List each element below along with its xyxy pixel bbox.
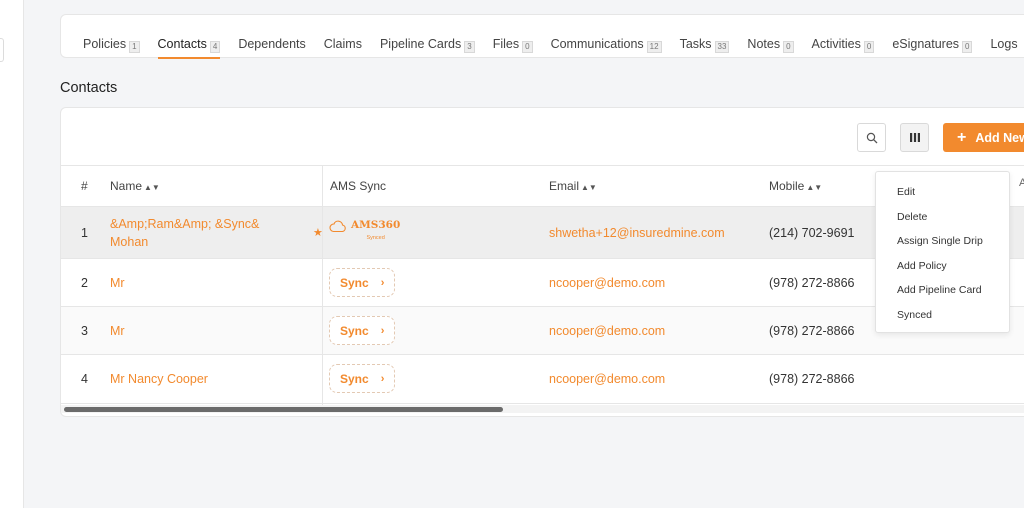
col-mobile[interactable]: Mobile ▲▼: [769, 166, 822, 206]
menu-item-edit[interactable]: Edit: [876, 180, 1009, 205]
columns-button[interactable]: [900, 123, 929, 152]
tab-count: 33: [714, 41, 730, 53]
tab-label: Claims: [323, 37, 362, 51]
tab-count: 0: [863, 41, 875, 53]
tab-files[interactable]: Files 0: [493, 15, 533, 59]
tab-count: 0: [962, 41, 973, 53]
col-ams-sync: AMS Sync: [330, 179, 387, 193]
tab-count: 12: [646, 41, 662, 53]
column-divider: [322, 165, 323, 405]
col-number: #: [81, 179, 88, 193]
horizontal-scrollbar[interactable]: [61, 405, 1024, 413]
tab-label: Activities: [811, 37, 861, 51]
tab-label: Communications: [550, 37, 644, 51]
sync-button[interactable]: Sync ›: [329, 268, 395, 297]
contact-name-link[interactable]: Mr Nancy Cooper: [110, 355, 208, 403]
sort-icon[interactable]: ▲▼: [144, 183, 160, 192]
email-link[interactable]: ncooper@demo.com: [549, 355, 665, 403]
tab-count: 0: [783, 41, 794, 53]
tab-pipeline-cards[interactable]: Pipeline Cards 3: [380, 15, 475, 59]
chevron-right-icon: ›: [380, 324, 385, 337]
tabs-bar: Policies 1 Contacts 4 Dependents Claims Pi…: [60, 14, 1024, 59]
col-email-label: Email: [549, 179, 580, 193]
col-email[interactable]: Email ▲▼: [549, 166, 597, 206]
menu-item-add-pipeline-card[interactable]: Add Pipeline Card: [876, 278, 1009, 303]
tab-label: Dependents: [238, 37, 306, 51]
email-link[interactable]: shwetha+12@insuredmine.com: [549, 207, 725, 258]
tab-label: Logs: [990, 37, 1018, 51]
sidebar-toggle[interactable]: [0, 38, 4, 62]
tab-policies[interactable]: Policies 1: [83, 15, 140, 59]
email-link[interactable]: ncooper@demo.com: [549, 259, 665, 306]
tab-count: 1: [129, 41, 140, 53]
tab-contacts[interactable]: Contacts 4: [157, 15, 221, 59]
menu-item-assign-single-drip[interactable]: Assign Single Drip: [876, 229, 1009, 254]
email-link[interactable]: ncooper@demo.com: [549, 307, 665, 354]
tab-label: eSignatures: [892, 37, 960, 51]
chevron-right-icon: ›: [380, 276, 385, 289]
row-number: 4: [81, 372, 88, 386]
sync-button[interactable]: Sync ›: [329, 364, 395, 393]
row-number: 3: [81, 323, 88, 338]
menu-item-synced[interactable]: Synced: [876, 303, 1009, 328]
tab-count: 4: [209, 41, 221, 53]
tab-logs[interactable]: Logs: [990, 15, 1017, 59]
tab-label: Tasks: [679, 37, 712, 51]
scrollbar-thumb[interactable]: [64, 407, 503, 412]
table-row[interactable]: 4 Mr Nancy Cooper Sync › ncooper@demo.com…: [61, 355, 1024, 404]
tab-communications[interactable]: Communications 12: [551, 15, 662, 59]
row-number: 2: [81, 275, 88, 290]
col-name[interactable]: Name ▲▼: [110, 166, 160, 206]
sort-icon[interactable]: ▲▼: [581, 183, 597, 192]
section-title: Contacts: [60, 80, 118, 96]
add-new-button[interactable]: + Add New: [943, 123, 1024, 152]
ams-logo-sub: Synced: [366, 235, 385, 241]
col-name-label: Name: [110, 179, 143, 193]
row-number: 1: [81, 225, 88, 240]
tab-activities[interactable]: Activities 0: [812, 15, 875, 59]
contact-name-link[interactable]: Mr: [110, 307, 125, 354]
col-clipped-header: A: [1019, 177, 1024, 189]
menu-item-add-policy[interactable]: Add Policy: [876, 254, 1009, 279]
contact-name-link[interactable]: Mr: [110, 259, 125, 306]
tab-label: Files: [492, 37, 520, 51]
contact-name-link[interactable]: &Amp;Ram&Amp; &Sync& Mohan: [110, 207, 259, 258]
columns-icon: [909, 133, 920, 142]
sync-label: Sync: [340, 323, 369, 338]
col-mobile-label: Mobile: [769, 179, 805, 193]
menu-item-delete[interactable]: Delete: [876, 205, 1009, 230]
left-rail: [0, 0, 24, 508]
search-icon: [866, 132, 877, 143]
mobile-number: (978) 272-8866: [769, 372, 855, 386]
sync-label: Sync: [340, 371, 369, 386]
tab-claims[interactable]: Claims: [324, 15, 362, 59]
row-context-menu: Edit Delete Assign Single Drip Add Polic…: [875, 171, 1010, 333]
search-button[interactable]: [857, 123, 886, 152]
sync-button[interactable]: Sync ›: [329, 316, 395, 345]
sort-icon[interactable]: ▲▼: [806, 183, 822, 192]
chevron-right-icon: ›: [380, 372, 385, 385]
tab-label: Policies: [83, 37, 127, 51]
mobile-number: (214) 702-9691: [769, 225, 855, 240]
tab-label: Notes: [747, 37, 781, 51]
tab-esignatures[interactable]: eSignatures 0: [892, 15, 973, 59]
tab-label: Pipeline Cards: [379, 37, 462, 51]
mobile-number: (978) 272-8866: [769, 275, 855, 290]
ams-logo-text: AMS360: [351, 219, 401, 231]
ams360-synced-badge: AMS360 Synced: [329, 220, 400, 243]
tab-notes[interactable]: Notes 0: [747, 15, 794, 59]
plus-icon: +: [957, 128, 967, 146]
tab-tasks[interactable]: Tasks 33: [680, 15, 730, 59]
tab-count: 0: [522, 41, 533, 53]
tab-dependents[interactable]: Dependents: [238, 15, 305, 59]
cloud-icon: [329, 220, 346, 233]
sync-label: Sync: [340, 275, 369, 290]
mobile-number: (978) 272-8866: [769, 323, 855, 338]
name-line: &Amp;Ram&Amp; &Sync&: [110, 216, 260, 231]
tab-count: 3: [464, 41, 475, 53]
name-line: Mohan: [110, 234, 149, 249]
tab-label: Contacts: [157, 37, 207, 51]
add-new-label: Add New: [975, 130, 1024, 145]
